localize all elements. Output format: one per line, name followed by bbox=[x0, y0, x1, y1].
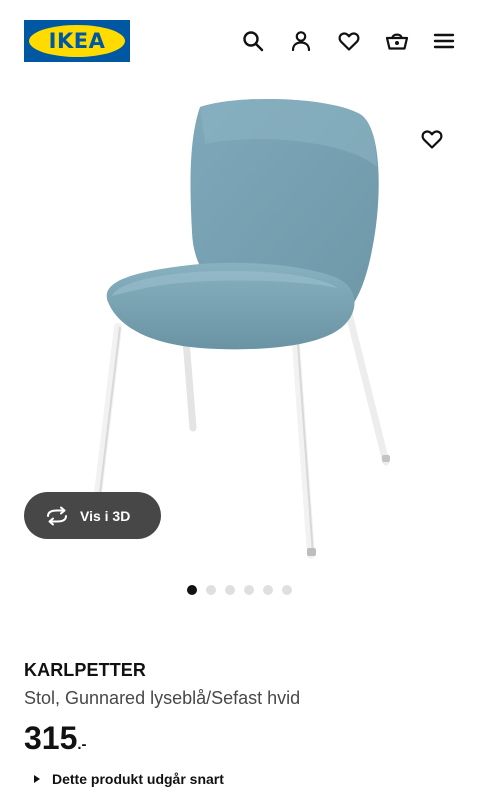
product-favourite-heart-icon[interactable] bbox=[418, 125, 446, 153]
product-name: KARLPETTER bbox=[24, 660, 146, 680]
view-in-3d-button[interactable]: Vis i 3D bbox=[24, 492, 161, 539]
product-price: 315 .- bbox=[24, 722, 87, 754]
favourites-heart-icon[interactable] bbox=[336, 28, 362, 54]
carousel-dot-1[interactable] bbox=[187, 585, 197, 595]
logo-oval: IKEA bbox=[29, 25, 125, 57]
carousel-dot-2[interactable] bbox=[206, 585, 216, 595]
search-icon[interactable] bbox=[240, 28, 266, 54]
account-icon[interactable] bbox=[288, 28, 314, 54]
product-description: Stol, Gunnared lyseblå/Sefast hvid bbox=[24, 688, 301, 708]
carousel-dot-5[interactable] bbox=[263, 585, 273, 595]
top-header: IKEA bbox=[0, 0, 480, 82]
carousel-dot-3[interactable] bbox=[225, 585, 235, 595]
menu-icon[interactable] bbox=[431, 28, 457, 54]
discontinued-notice-label: Dette produkt udgår snart bbox=[52, 771, 224, 787]
caret-right-icon bbox=[34, 775, 40, 783]
image-carousel-dots bbox=[187, 585, 292, 595]
price-suffix: .- bbox=[77, 736, 87, 753]
carousel-dot-6[interactable] bbox=[282, 585, 292, 595]
logo-text: IKEA bbox=[48, 28, 106, 53]
carousel-dot-4[interactable] bbox=[244, 585, 254, 595]
discontinued-notice-toggle[interactable]: Dette produkt udgår snart bbox=[34, 771, 224, 787]
view-in-3d-label: Vis i 3D bbox=[80, 507, 131, 524]
shopping-bag-icon[interactable] bbox=[384, 28, 410, 54]
ikea-logo[interactable]: IKEA bbox=[24, 20, 130, 62]
rotate-3d-icon bbox=[47, 506, 67, 525]
price-integer: 315 bbox=[24, 720, 78, 756]
